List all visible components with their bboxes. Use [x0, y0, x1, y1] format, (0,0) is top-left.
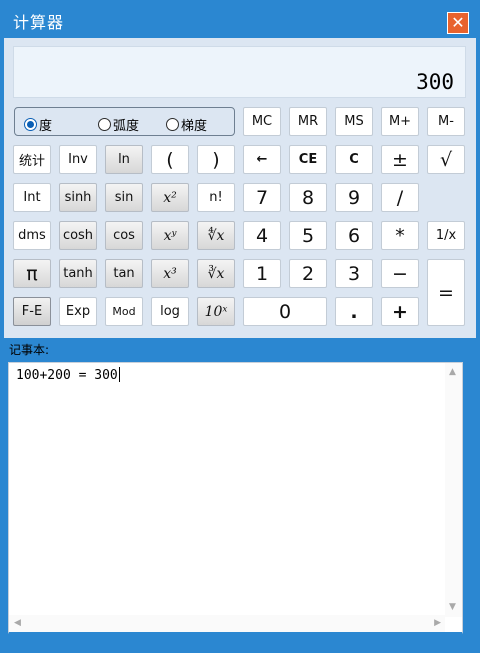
cube-root-button[interactable]: ∛x: [197, 259, 235, 288]
open-paren-button[interactable]: (: [151, 145, 189, 174]
multiply-button[interactable]: *: [381, 221, 419, 250]
digit-2-button[interactable]: 2: [289, 259, 327, 288]
equals-button[interactable]: =: [427, 259, 465, 326]
plus-minus-button[interactable]: ±: [381, 145, 419, 174]
digit-7-button[interactable]: 7: [243, 183, 281, 212]
digit-5-button[interactable]: 5: [289, 221, 327, 250]
int-button[interactable]: Int: [13, 183, 51, 212]
digit-9-button[interactable]: 9: [335, 183, 373, 212]
m-plus-button[interactable]: M+: [381, 107, 419, 136]
digit-1-button[interactable]: 1: [243, 259, 281, 288]
ce-button[interactable]: CE: [289, 145, 327, 174]
close-paren-button[interactable]: ): [197, 145, 235, 174]
m-minus-button[interactable]: M-: [427, 107, 465, 136]
display-value: 300: [416, 70, 454, 94]
exp-button[interactable]: Exp: [59, 297, 97, 326]
radio-grads-label: 梯度: [181, 119, 208, 134]
title-bar: 计算器 ✕: [0, 0, 480, 38]
decimal-button[interactable]: .: [335, 297, 373, 326]
sin-button[interactable]: sin: [105, 183, 143, 212]
reciprocal-button[interactable]: 1/x: [427, 221, 465, 250]
mr-button[interactable]: MR: [289, 107, 327, 136]
digit-4-button[interactable]: 4: [243, 221, 281, 250]
close-icon: ✕: [451, 13, 465, 32]
scroll-right-icon[interactable]: ▶: [434, 619, 441, 628]
dms-button[interactable]: dms: [13, 221, 51, 250]
radio-degrees-label: 度: [39, 119, 53, 134]
close-button[interactable]: ✕: [447, 12, 469, 34]
notepad-content: 100+200 = 300: [16, 368, 118, 383]
pi-button[interactable]: π: [13, 259, 51, 288]
radio-selected-icon: [24, 118, 37, 131]
cosh-button[interactable]: cosh: [59, 221, 97, 250]
tanh-button[interactable]: tanh: [59, 259, 97, 288]
digit-3-button[interactable]: 3: [335, 259, 373, 288]
radio-degrees[interactable]: 度: [24, 115, 52, 134]
sinh-button[interactable]: sinh: [59, 183, 97, 212]
notepad-text[interactable]: 100+200 = 300: [16, 367, 120, 383]
scroll-up-icon[interactable]: ▲: [449, 368, 456, 377]
notepad-label: 记事本:: [9, 343, 50, 357]
radio-unselected-icon: [98, 118, 111, 131]
radio-radians-label: 弧度: [113, 119, 140, 134]
digit-8-button[interactable]: 8: [289, 183, 327, 212]
vertical-scrollbar[interactable]: ▲ ▼: [445, 363, 462, 617]
digit-0-button[interactable]: 0: [243, 297, 327, 326]
horizontal-scrollbar[interactable]: ◀ ▶: [9, 615, 445, 632]
ms-button[interactable]: MS: [335, 107, 373, 136]
result-display: 300: [13, 46, 466, 98]
window-title: 计算器: [13, 13, 65, 32]
backspace-button[interactable]: ←: [243, 145, 281, 174]
ln-button[interactable]: ln: [105, 145, 143, 174]
radio-radians[interactable]: 弧度: [98, 115, 139, 134]
fe-button[interactable]: F-E: [13, 297, 51, 326]
digit-6-button[interactable]: 6: [335, 221, 373, 250]
clear-button[interactable]: C: [335, 145, 373, 174]
scroll-left-icon[interactable]: ◀: [14, 619, 21, 628]
minus-button[interactable]: −: [381, 259, 419, 288]
text-caret: [118, 367, 120, 382]
yroot-button[interactable]: ∜x: [197, 221, 235, 250]
radio-grads[interactable]: 梯度: [166, 115, 207, 134]
log-button[interactable]: log: [151, 297, 189, 326]
power-of-ten-button[interactable]: 10ˣ: [197, 297, 235, 326]
cube-button[interactable]: x³: [151, 259, 189, 288]
stats-button[interactable]: 统计: [13, 145, 51, 174]
factorial-button[interactable]: n!: [197, 183, 235, 212]
square-button[interactable]: x²: [151, 183, 189, 212]
angle-unit-group: 度 弧度 梯度: [14, 107, 235, 136]
divide-button[interactable]: /: [381, 183, 419, 212]
power-button[interactable]: xʸ: [151, 221, 189, 250]
scroll-down-icon[interactable]: ▼: [449, 603, 456, 612]
mod-button[interactable]: Mod: [105, 297, 143, 326]
cos-button[interactable]: cos: [105, 221, 143, 250]
inv-button[interactable]: Inv: [59, 145, 97, 174]
mc-button[interactable]: MC: [243, 107, 281, 136]
tan-button[interactable]: tan: [105, 259, 143, 288]
sqrt-button[interactable]: √: [427, 145, 465, 174]
notepad-textarea[interactable]: 100+200 = 300 ▲ ▼ ◀ ▶: [8, 362, 463, 634]
radio-unselected-icon: [166, 118, 179, 131]
plus-button[interactable]: +: [381, 297, 419, 326]
